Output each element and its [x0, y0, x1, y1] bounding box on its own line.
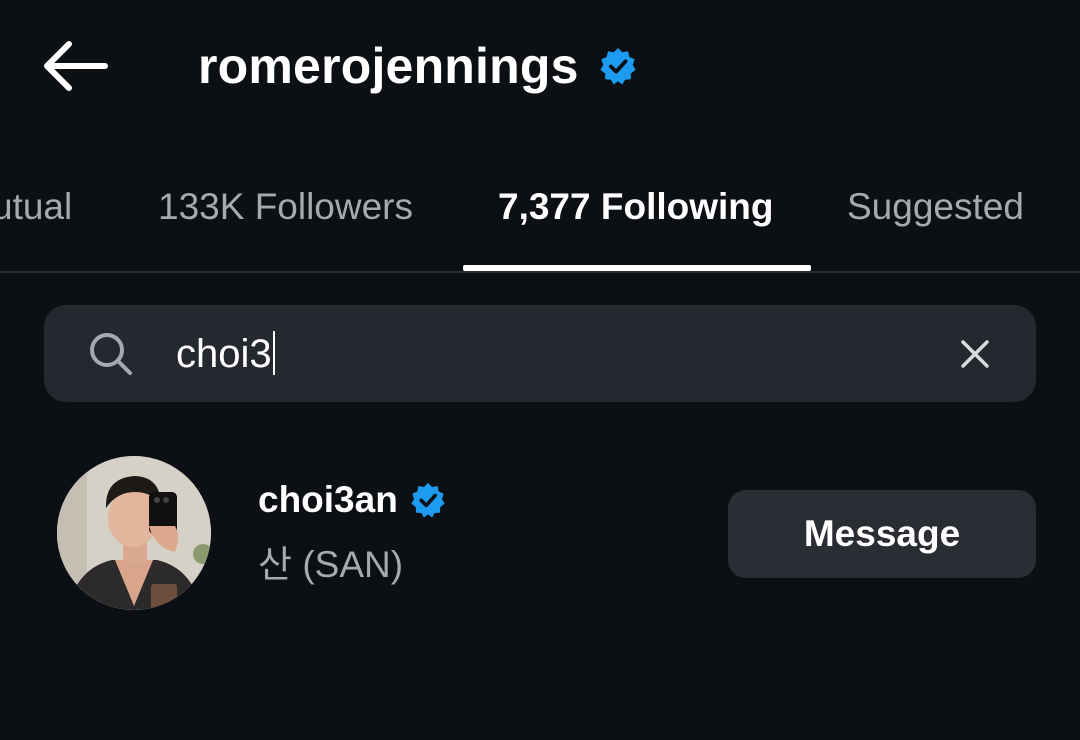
avatar[interactable]: [57, 456, 211, 610]
arrow-left-icon: [44, 41, 108, 91]
username[interactable]: choi3an: [258, 479, 398, 521]
profile-header: romerojennings: [198, 26, 637, 106]
tab-suggested[interactable]: Suggested: [847, 182, 1024, 232]
verified-badge-icon: [410, 482, 446, 518]
search-icon: [90, 333, 132, 375]
tab-mutual[interactable]: utual: [0, 182, 90, 232]
verified-badge-icon: [599, 47, 637, 85]
back-button[interactable]: [36, 34, 116, 98]
tabs-divider: [0, 271, 1080, 273]
search-input[interactable]: choi3: [176, 327, 275, 381]
text-caret: [272, 331, 275, 376]
close-icon[interactable]: [958, 337, 992, 371]
following-screen: romerojennings utual 133K Followers 7,37…: [0, 0, 1080, 740]
page-title: romerojennings: [198, 38, 579, 94]
message-button[interactable]: Message: [728, 490, 1036, 578]
tab-following[interactable]: 7,377 Following: [498, 182, 774, 232]
follow-tabs: utual 133K Followers 7,377 Following Sug…: [0, 152, 1080, 272]
username-row: choi3an: [258, 476, 446, 524]
list-item[interactable]: choi3an 산 (SAN) Message: [0, 440, 1080, 630]
full-name: 산 (SAN): [258, 544, 404, 585]
tab-followers[interactable]: 133K Followers: [158, 182, 413, 232]
search-bar[interactable]: choi3: [44, 305, 1036, 402]
